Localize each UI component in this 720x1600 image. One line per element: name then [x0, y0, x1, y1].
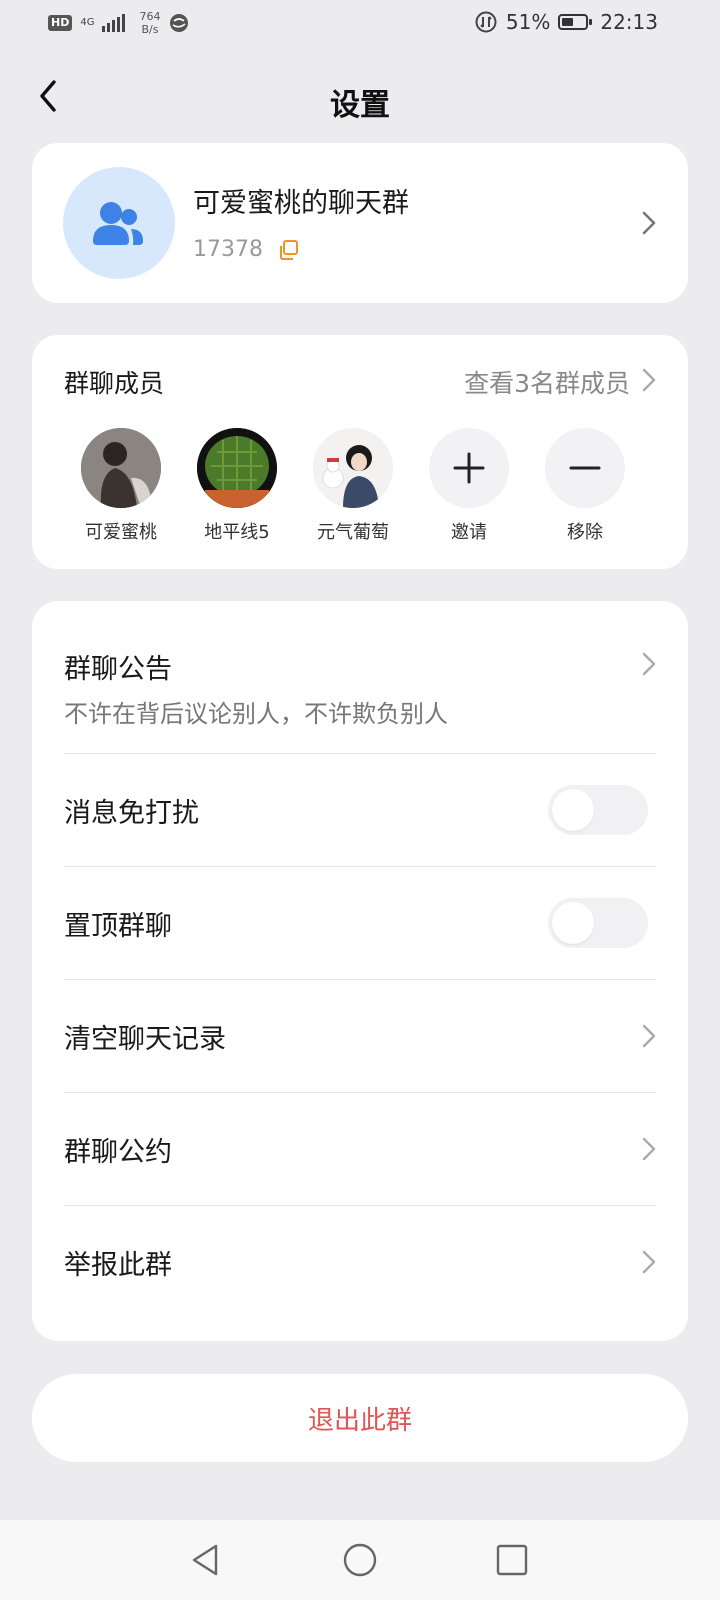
member-name: 可爱蜜桃	[85, 522, 157, 543]
announcement-row[interactable]: 群聊公告 不许在背后议论别人，不许欺负别人	[64, 647, 656, 729]
chevron-right-icon	[642, 1024, 656, 1048]
invite-circle	[429, 428, 509, 508]
remove-label: 移除	[567, 522, 603, 543]
group-rules-label: 群聊公约	[64, 1137, 172, 1168]
nav-bar: 设置	[0, 62, 720, 134]
group-info-card[interactable]: 可爱蜜桃的聊天群 17378	[32, 143, 688, 303]
group-people-icon	[93, 202, 143, 245]
battery-icon	[558, 14, 593, 30]
exit-group-label: 退出此群	[307, 1405, 412, 1436]
member-avatar	[81, 428, 161, 508]
nav-recents-square-icon[interactable]	[494, 1542, 530, 1578]
invite-label: 邀请	[451, 522, 487, 543]
group-name: 可爱蜜桃的聊天群	[193, 188, 409, 219]
chevron-right-icon	[642, 211, 656, 235]
settings-card: 群聊公告 不许在背后议论别人，不许欺负别人 消息免打扰 置顶群聊 清空聊天记录 …	[32, 601, 688, 1341]
signal-icon	[102, 14, 126, 32]
divider	[64, 1205, 656, 1206]
announcement-text: 不许在背后议论别人，不许欺负别人	[64, 700, 448, 728]
clock: 22:13	[600, 10, 658, 34]
vpn-globe-icon	[170, 14, 189, 32]
member-avatar	[197, 428, 277, 508]
network-speed: 764 B/s	[139, 10, 160, 36]
battery-percent: 51%	[505, 10, 551, 34]
report-label: 举报此群	[64, 1250, 172, 1281]
cactus-photo-icon	[197, 428, 277, 508]
chevron-right-icon[interactable]	[640, 367, 658, 393]
data-saver-icon	[475, 11, 497, 33]
chevron-right-icon	[642, 1250, 656, 1274]
person-photo-icon	[81, 428, 161, 508]
group-avatar	[63, 167, 175, 279]
group-id-row: 17378	[193, 237, 301, 262]
divider	[64, 753, 656, 754]
clear-history-label: 清空聊天记录	[64, 1024, 226, 1055]
member-avatar	[313, 428, 393, 508]
person-photo-icon	[313, 428, 393, 508]
pin-toggle[interactable]	[548, 898, 648, 948]
nav-back-triangle-icon[interactable]	[188, 1542, 224, 1578]
members-title: 群聊成员	[64, 369, 165, 398]
speed-value: 764	[139, 10, 161, 23]
announcement-label: 群聊公告	[64, 654, 172, 685]
remove-button[interactable]: 移除	[530, 428, 640, 544]
page-title: 设置	[330, 88, 390, 123]
group-id: 17378	[193, 237, 263, 262]
speed-unit: B/s	[141, 23, 159, 36]
member-item[interactable]: 可爱蜜桃	[66, 428, 176, 544]
hd-badge: HD	[48, 15, 73, 31]
member-item[interactable]: 元气葡萄	[298, 428, 408, 544]
member-name: 元气葡萄	[317, 522, 389, 543]
nav-home-circle-icon[interactable]	[342, 1542, 378, 1578]
divider	[64, 979, 656, 980]
report-row[interactable]: 举报此群	[64, 1243, 656, 1282]
view-members-link[interactable]: 查看3名群成员	[464, 364, 630, 400]
group-rules-row[interactable]: 群聊公约	[64, 1130, 656, 1169]
exit-group-button[interactable]: 退出此群	[32, 1374, 688, 1462]
members-card: 群聊成员 查看3名群成员 可爱蜜桃 地平线5 元气葡萄 邀请 移除	[32, 335, 688, 569]
member-name: 地平线5	[204, 522, 270, 543]
chevron-right-icon	[642, 1137, 656, 1161]
member-item[interactable]: 地平线5	[182, 428, 292, 544]
chevron-right-icon	[642, 652, 656, 676]
copy-icon[interactable]	[277, 238, 301, 262]
divider	[64, 866, 656, 867]
plus-icon	[453, 452, 485, 484]
system-nav-bar	[0, 1520, 720, 1600]
minus-icon	[569, 466, 601, 470]
remove-circle	[545, 428, 625, 508]
clear-history-row[interactable]: 清空聊天记录	[64, 1017, 656, 1056]
mute-toggle[interactable]	[548, 785, 648, 835]
status-bar: HD 4G 764 B/s 51% 22:13	[0, 0, 720, 48]
network-type: 4G	[80, 17, 95, 28]
divider	[64, 1092, 656, 1093]
invite-button[interactable]: 邀请	[414, 428, 524, 544]
